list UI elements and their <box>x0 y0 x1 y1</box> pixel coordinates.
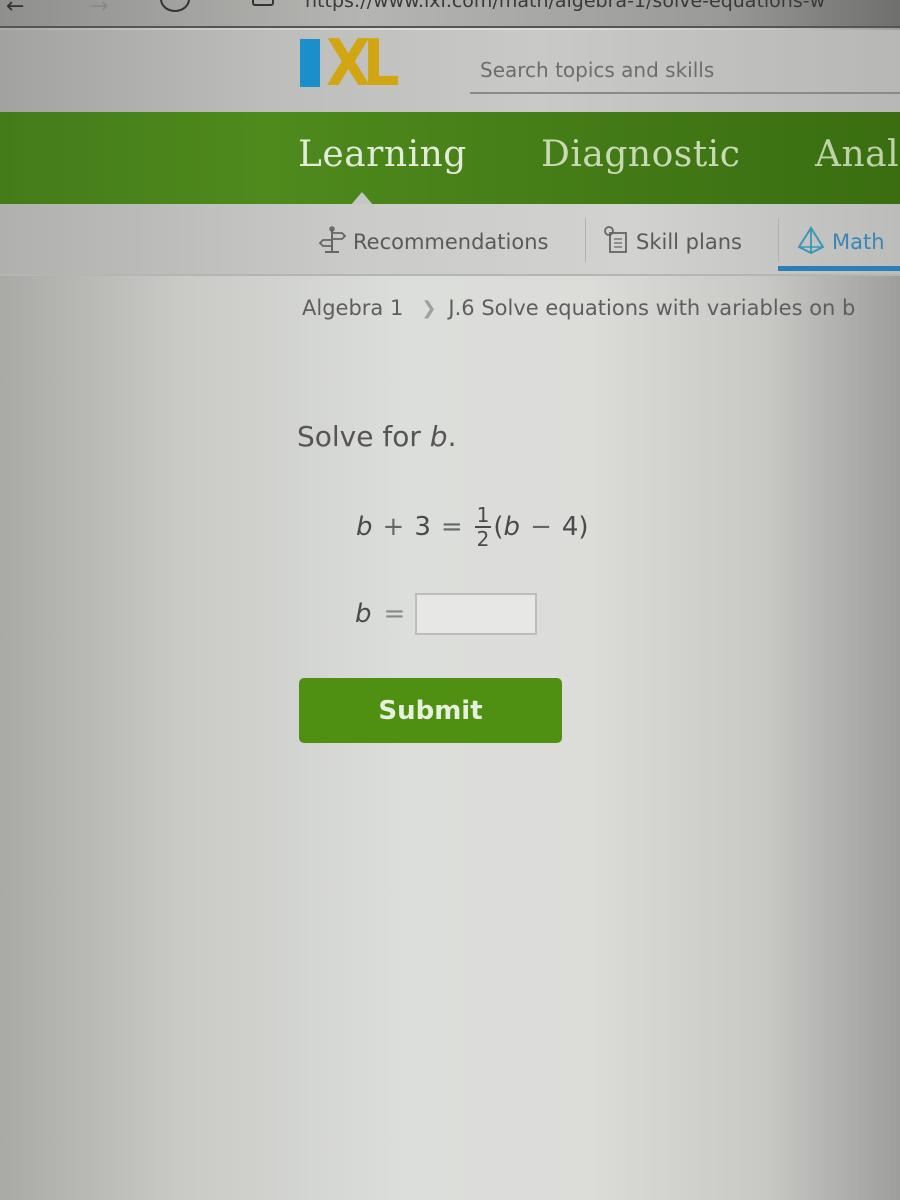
page-info-icon[interactable] <box>252 0 274 6</box>
tab-skill-plans-label: Skill plans <box>636 230 742 254</box>
equation-close-paren: ) <box>578 512 589 542</box>
pyramid-icon <box>796 225 826 260</box>
breadcrumb: Algebra 1 ❯ J.6 Solve equations with var… <box>302 296 855 320</box>
prompt-variable: b <box>429 420 448 453</box>
tab-divider <box>585 218 586 262</box>
equation: b + 3 = 1 2 ( b − 4 ) <box>356 492 589 562</box>
question-prompt: Solve for b. <box>297 420 456 453</box>
prompt-suffix: . <box>447 420 457 453</box>
equation-plus: + <box>382 512 405 542</box>
equation-equals: = <box>440 512 463 542</box>
address-bar[interactable]: https://www.ixl.com/math/algebra-1/solve… <box>305 0 825 12</box>
equation-open-paren: ( <box>493 512 504 542</box>
tab-math-label: Math <box>832 230 885 254</box>
equation-lhs-var: b <box>356 512 373 542</box>
equation-lhs-const: 3 <box>414 512 431 542</box>
logo-xl-text: XL <box>326 25 400 101</box>
nav-diagnostic[interactable]: Diagnostic <box>541 134 740 175</box>
nav-learning[interactable]: Learning <box>298 134 467 175</box>
browser-toolbar: ← → https://www.ixl.com/math/algebra-1/s… <box>0 0 900 28</box>
nav-analytics[interactable]: Anal <box>815 134 899 175</box>
signpost-icon <box>317 225 347 260</box>
tab-skill-plans[interactable]: Skill plans <box>600 224 742 260</box>
submit-button[interactable]: Submit <box>299 678 562 743</box>
search-input[interactable] <box>470 48 900 94</box>
equation-rhs-const: 4 <box>561 512 579 542</box>
equation-fraction: 1 2 <box>474 503 492 551</box>
logo-i-bar <box>300 39 320 87</box>
tab-recommendations-label: Recommendations <box>353 230 549 254</box>
clipboard-icon <box>600 225 630 260</box>
tab-math[interactable]: Math <box>796 224 885 260</box>
equation-rhs-var: b <box>503 512 521 542</box>
breadcrumb-chevron-icon: ❯ <box>421 297 437 319</box>
equation-minus: − <box>530 512 552 542</box>
answer-variable: b <box>355 599 372 629</box>
answer-input[interactable] <box>415 593 538 635</box>
main-nav: Learning Diagnostic Anal <box>0 112 900 206</box>
tab-divider <box>778 218 779 262</box>
breadcrumb-algebra-1[interactable]: Algebra 1 <box>302 296 403 320</box>
forward-arrow-icon[interactable]: → <box>90 0 108 19</box>
answer-equals: = <box>383 599 406 629</box>
answer-row: b = <box>355 593 538 635</box>
ixl-logo[interactable]: XL <box>300 31 400 95</box>
site-header: XL <box>0 30 900 112</box>
tab-recommendations[interactable]: Recommendations <box>317 224 548 260</box>
sub-nav: Recommendations Skill plans Math <box>0 204 900 276</box>
fraction-denominator: 2 <box>476 527 490 551</box>
back-arrow-icon[interactable]: ← <box>6 0 24 19</box>
fraction-numerator: 1 <box>474 503 492 528</box>
breadcrumb-skill: J.6 Solve equations with variables on b <box>448 296 856 320</box>
reload-icon[interactable] <box>160 0 190 12</box>
active-tab-underline <box>778 266 900 271</box>
prompt-prefix: Solve for <box>297 420 430 453</box>
